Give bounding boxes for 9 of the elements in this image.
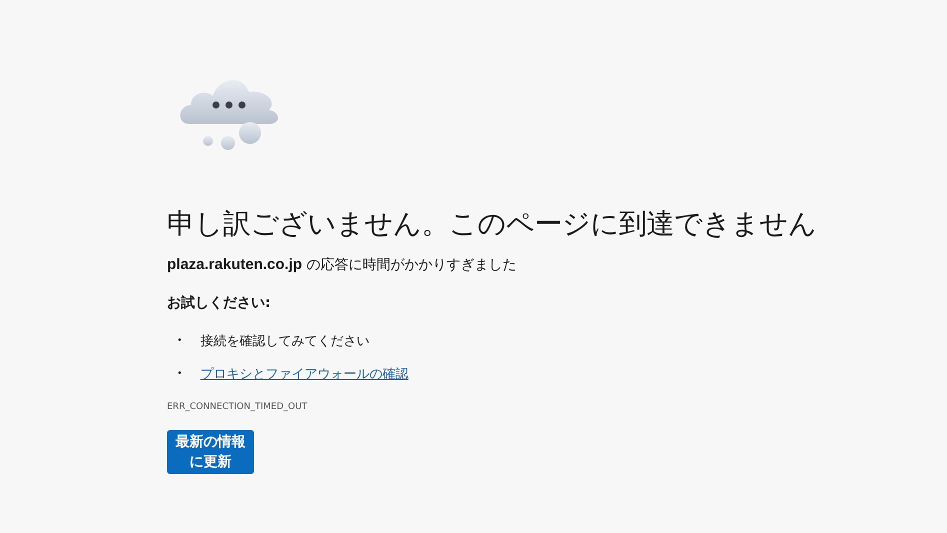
- bullet: •: [177, 368, 182, 378]
- bullet: •: [177, 336, 182, 346]
- error-message: plaza.rakuten.co.jp の応答に時間がかかりすぎました: [167, 256, 516, 274]
- suggestion-link[interactable]: プロキシとファイアウォールの確認: [200, 364, 408, 382]
- suggestion-text: 接続を確認してみてください: [200, 332, 370, 350]
- suggestions-heading: お試しください:: [167, 294, 271, 312]
- error-title: 申し訳ございません。このページに到達できません: [167, 206, 816, 242]
- refresh-button[interactable]: 最新の情報に更新: [167, 430, 254, 474]
- error-code: ERR_CONNECTION_TIMED_OUT: [167, 402, 308, 412]
